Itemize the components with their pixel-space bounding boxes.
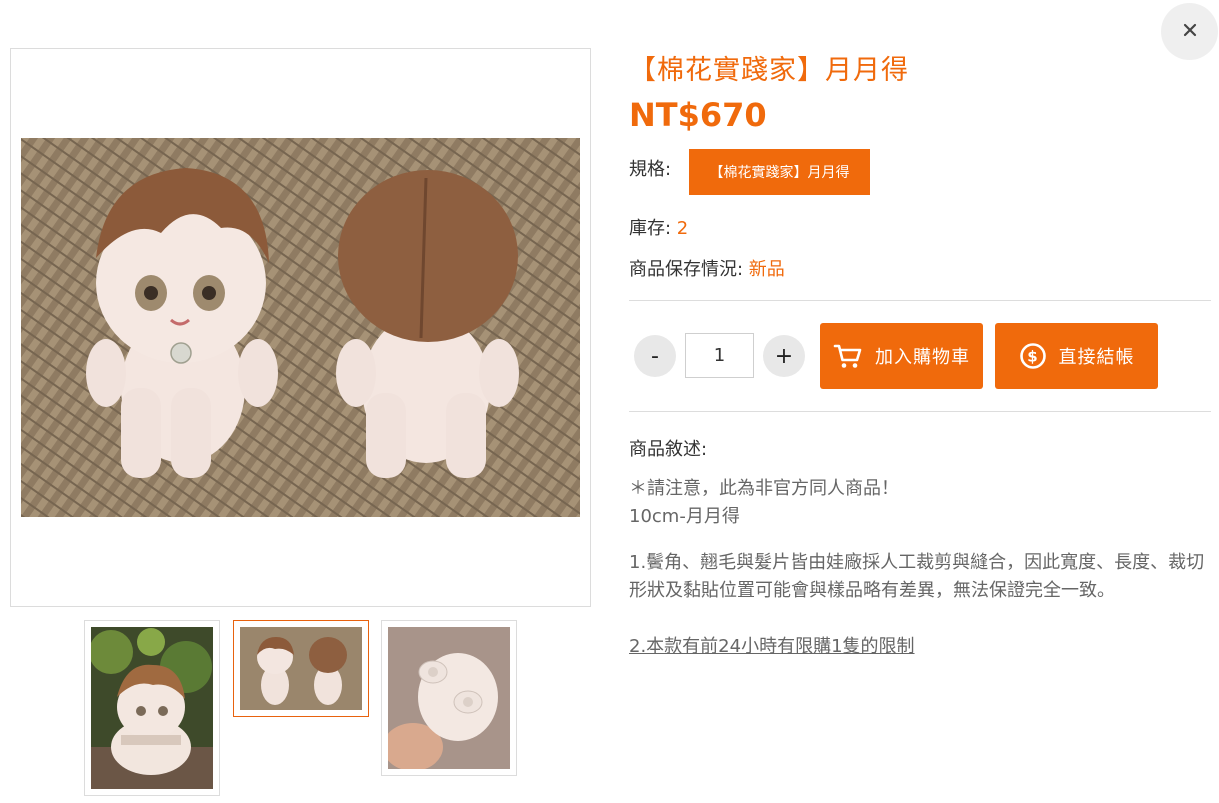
- quantity-input[interactable]: [685, 333, 754, 378]
- condition-value: 新品: [748, 259, 785, 280]
- divider: [629, 300, 1211, 301]
- description-paragraph: 1.鬢角、翹毛與髮片皆由娃廠採人工裁剪與縫合，因此寬度、長度、裁切形狀及黏貼位置…: [629, 552, 1205, 601]
- thumbnail-1[interactable]: [84, 620, 220, 796]
- thumbnail-image-in-hand: [388, 627, 510, 769]
- purchase-limit-link[interactable]: 2.本款有前24小時有限購1隻的限制: [629, 633, 915, 661]
- add-to-cart-button[interactable]: 加入購物車: [820, 323, 983, 389]
- close-button[interactable]: [1161, 3, 1218, 60]
- checkout-button[interactable]: $ 直接結帳: [995, 323, 1158, 389]
- svg-text:$: $: [1027, 348, 1038, 366]
- stock-label: 庫存:: [629, 218, 677, 239]
- spec-option-button[interactable]: 【棉花實踐家】月月得: [689, 149, 870, 195]
- cart-icon: [833, 343, 863, 369]
- quantity-increase-button[interactable]: +: [763, 335, 805, 377]
- condition-row: 商品保存情況: 新品: [629, 255, 785, 281]
- thumbnail-image-sitting: [91, 627, 213, 789]
- dollar-coin-icon: $: [1019, 342, 1047, 370]
- checkout-label: 直接結帳: [1058, 347, 1135, 368]
- thumbnail-3[interactable]: [381, 620, 517, 776]
- quantity-decrease-button[interactable]: -: [634, 335, 676, 377]
- description-line-2: 10cm-月月得: [629, 506, 740, 527]
- description-notice: ＊請注意，此為非官方同人商品！ 10cm-月月得: [629, 475, 899, 531]
- thumbnail-2[interactable]: [233, 620, 369, 717]
- stock-row: 庫存: 2: [629, 214, 688, 240]
- main-product-image[interactable]: [21, 138, 580, 517]
- condition-label: 商品保存情況:: [629, 259, 749, 280]
- stock-value: 2: [676, 218, 689, 239]
- main-image-frame: [10, 48, 591, 607]
- product-title: 【棉花實踐家】月月得: [629, 55, 909, 86]
- divider: [629, 411, 1211, 412]
- add-to-cart-label: 加入購物車: [875, 347, 970, 368]
- description-line-1: ＊請注意，此為非官方同人商品！: [629, 478, 899, 499]
- product-price: NT$670: [629, 96, 767, 134]
- spec-label: 規格:: [629, 159, 672, 180]
- thumbnail-image-front-back: [240, 627, 362, 710]
- close-icon: [1183, 22, 1197, 41]
- description-label: 商品敘述:: [629, 439, 708, 460]
